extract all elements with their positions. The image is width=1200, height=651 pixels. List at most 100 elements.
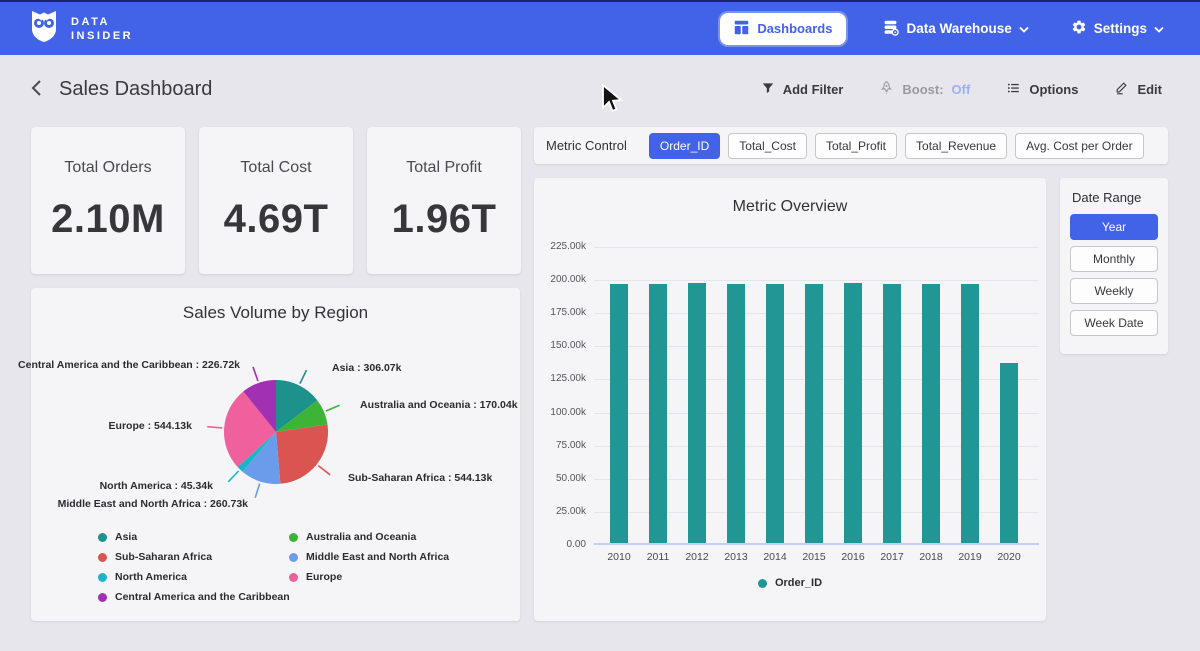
metric-control-buttons: Order_ID Total_Cost Total_Profit Total_Reve…: [649, 133, 1144, 159]
x-axis-tick: 2020: [989, 551, 1029, 563]
pie-callout-line: [300, 370, 307, 384]
legend-item-australia-and-oceania: Australia and Oceania: [289, 531, 449, 543]
date-range-button-monthly[interactable]: Monthly: [1070, 246, 1158, 272]
bar-chart-title: Metric Overview: [534, 198, 1046, 216]
boost-value: Off: [952, 82, 971, 97]
chevron-down-icon: [1019, 21, 1029, 36]
pie-label-north-america: North America : 45.34k: [100, 480, 213, 492]
kpi-value: 4.69T: [224, 197, 329, 242]
brand-line1: DATA: [71, 15, 133, 29]
brand-line2: INSIDER: [71, 29, 133, 43]
kpi-card-total-orders: Total Orders 2.10M: [31, 127, 185, 274]
pie-legend: AsiaAustralia and OceaniaSub-Saharan Afr…: [98, 531, 449, 603]
date-range-buttons: Year Monthly Weekly Week Date: [1070, 214, 1158, 336]
kpi-label: Total Cost: [240, 159, 311, 177]
topbar: DATA INSIDER Dashboards: [0, 0, 1200, 55]
pie-label-middle-east-and-north-africa: Middle East and North Africa : 260.73k: [58, 498, 248, 510]
bar-2014: [766, 284, 784, 543]
chevron-left-icon: [30, 79, 42, 100]
x-axis-tick: 2019: [950, 551, 990, 563]
legend-item-middle-east-and-north-africa: Middle East and North Africa: [289, 551, 449, 563]
date-range-label: Date Range: [1072, 190, 1158, 205]
y-axis-tick: 25.00k: [538, 506, 586, 517]
metric-button-total-cost[interactable]: Total_Cost: [728, 133, 807, 159]
x-axis-tick: 2015: [794, 551, 834, 563]
bar-chart-plot: 225.00k200.00k175.00k150.00k125.00k100.0…: [594, 247, 1039, 545]
x-axis-tick: 2017: [872, 551, 912, 563]
legend-dot: [289, 533, 298, 542]
x-axis-tick: 2012: [677, 551, 717, 563]
edit-button[interactable]: Edit: [1108, 79, 1168, 99]
add-filter-button[interactable]: Add Filter: [755, 80, 850, 99]
gear-icon: [1071, 19, 1087, 38]
legend-item-central-america-and-the-caribbean: Central America and the Caribbean: [98, 591, 289, 603]
rocket-icon: [879, 80, 894, 98]
legend-dot: [98, 533, 107, 542]
x-axis-tick: 2013: [716, 551, 756, 563]
kpi-card-total-profit: Total Profit 1.96T: [367, 127, 521, 274]
legend-label: Order_ID: [775, 577, 822, 589]
legend-item-europe: Europe: [289, 571, 449, 583]
legend-dot: [289, 573, 298, 582]
legend-dot: [98, 593, 107, 602]
nav-data-warehouse[interactable]: Data Warehouse: [876, 18, 1034, 40]
filter-funnel-icon: [761, 81, 775, 98]
legend-dot: [98, 553, 107, 562]
brand-logo[interactable]: DATA INSIDER: [28, 9, 133, 48]
y-axis-tick: 0.00: [538, 539, 586, 550]
legend-item-north-america: North America: [98, 571, 289, 583]
options-button[interactable]: Options: [1000, 80, 1084, 99]
legend-dot: [98, 573, 107, 582]
boost-toggle[interactable]: Boost: Off: [873, 79, 976, 99]
bar-2011: [649, 284, 667, 543]
bar-2020: [1000, 363, 1018, 543]
metric-button-order-id[interactable]: Order_ID: [649, 133, 720, 159]
owl-logo-icon: [28, 9, 60, 48]
pie-callout-line: [207, 427, 222, 428]
kpi-label: Total Profit: [406, 159, 482, 177]
back-button[interactable]: [28, 77, 44, 102]
kpi-label: Total Orders: [64, 159, 151, 177]
bar-2012: [688, 283, 706, 543]
metric-control-label: Metric Control: [546, 138, 627, 153]
pie-callout-line: [318, 466, 330, 475]
y-axis-tick: 75.00k: [538, 440, 586, 451]
bar-2019: [961, 284, 979, 543]
metric-button-total-revenue[interactable]: Total_Revenue: [905, 133, 1007, 159]
pie-callout-line: [228, 471, 238, 482]
top-navigation: Dashboards Data Warehouse Settings: [720, 13, 1170, 45]
legend-dot: [758, 579, 767, 588]
page-header: Sales Dashboard Add Filter Boost: Off Op…: [0, 55, 1200, 123]
legend-item-asia: Asia: [98, 531, 289, 543]
pie-slice-sub-saharan-africa: [276, 425, 328, 484]
date-range-button-week-date[interactable]: Week Date: [1070, 310, 1158, 336]
bar-2010: [610, 284, 628, 543]
pie-chart-card: Sales Volume by Region AsiaAustralia and…: [31, 288, 520, 621]
nav-data-warehouse-label: Data Warehouse: [906, 21, 1011, 36]
dashboard-grid-icon: [734, 20, 749, 38]
nav-dashboards[interactable]: Dashboards: [720, 13, 846, 45]
metric-button-avg-cost-per-order[interactable]: Avg. Cost per Order: [1015, 133, 1144, 159]
y-axis-tick: 200.00k: [538, 274, 586, 285]
gridline: [594, 280, 1039, 281]
metric-button-total-profit[interactable]: Total_Profit: [815, 133, 897, 159]
pie-label-europe: Europe : 544.13k: [109, 420, 192, 432]
bar-2017: [883, 284, 901, 544]
nav-dashboards-label: Dashboards: [757, 21, 832, 36]
bar-2013: [727, 284, 745, 543]
x-axis-tick: 2018: [911, 551, 951, 563]
y-axis-tick: 150.00k: [538, 340, 586, 351]
gridline: [594, 247, 1039, 248]
x-axis-tick: 2014: [755, 551, 795, 563]
date-range-button-year[interactable]: Year: [1070, 214, 1158, 240]
chevron-down-icon: [1154, 21, 1164, 36]
nav-settings[interactable]: Settings: [1065, 18, 1170, 39]
header-actions: Add Filter Boost: Off Options Edit: [755, 79, 1168, 99]
pie-label-central-america-and-the-caribbean: Central America and the Caribbean : 226.…: [18, 359, 240, 371]
kpi-card-total-cost: Total Cost 4.69T: [199, 127, 353, 274]
date-range-button-weekly[interactable]: Weekly: [1070, 278, 1158, 304]
pencil-icon: [1114, 80, 1129, 98]
boost-label: Boost:: [902, 82, 943, 97]
page-title: Sales Dashboard: [59, 78, 212, 101]
pie-label-australia-and-oceania: Australia and Oceania : 170.04k: [360, 399, 518, 411]
